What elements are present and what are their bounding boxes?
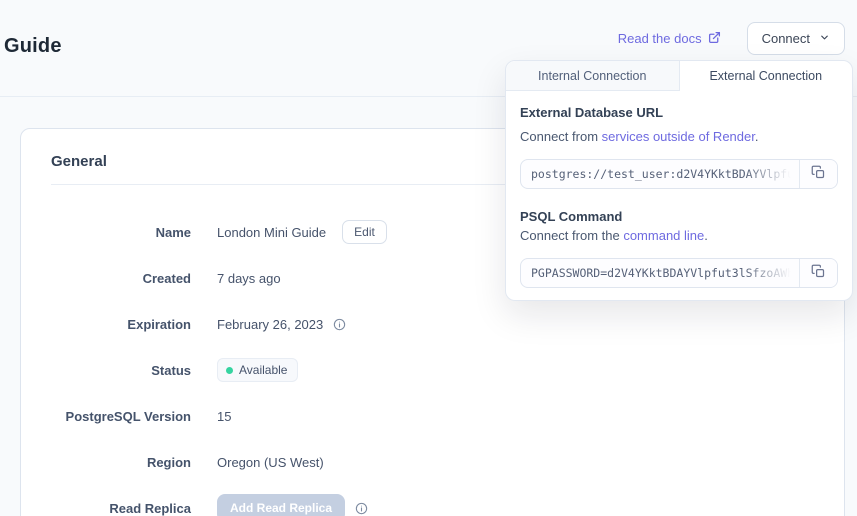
created-value: 7 days ago xyxy=(217,271,281,286)
psql-command-value[interactable]: PGPASSWORD=d2V4YKktBDAYVlpfut3lSfzoAWhwb… xyxy=(521,259,799,287)
row-postgresql-version: PostgreSQL Version 15 xyxy=(21,393,844,439)
tab-external-connection[interactable]: External Connection xyxy=(680,61,853,91)
external-link-icon xyxy=(708,31,721,47)
edit-name-button[interactable]: Edit xyxy=(342,220,387,244)
row-expiration-label: Expiration xyxy=(21,317,191,332)
services-outside-render-link[interactable]: services outside of Render xyxy=(602,129,755,144)
external-database-url-value[interactable]: postgres://test_user:d2V4YKktBDAYVlpfut3… xyxy=(521,160,799,188)
status-dot-icon xyxy=(226,367,233,374)
tab-internal-connection[interactable]: Internal Connection xyxy=(506,61,680,91)
header-actions: Read the docs Connect xyxy=(618,22,845,55)
connection-tabs: Internal Connection External Connection xyxy=(506,61,852,91)
copy-icon xyxy=(811,264,826,282)
row-status-label: Status xyxy=(21,363,191,378)
status-badge: Available xyxy=(217,358,298,382)
page-title: Guide xyxy=(4,35,62,58)
database-name-value: London Mini Guide xyxy=(217,225,326,240)
row-read-replica-label: Read Replica xyxy=(21,501,191,516)
row-read-replica: Read Replica Add Read Replica xyxy=(21,485,844,516)
connect-dropdown-panel: Internal Connection External Connection … xyxy=(505,60,853,301)
connect-button-label: Connect xyxy=(762,31,810,46)
psql-command-desc: Connect from the command line. xyxy=(520,228,838,243)
region-value: Oregon (US West) xyxy=(217,455,324,470)
desc-text: . xyxy=(704,228,708,243)
row-created-label: Created xyxy=(21,271,191,286)
external-database-url-heading: External Database URL xyxy=(520,105,838,120)
row-name-label: Name xyxy=(21,225,191,240)
external-database-url-field: postgres://test_user:d2V4YKktBDAYVlpfut3… xyxy=(520,159,838,189)
read-the-docs-label: Read the docs xyxy=(618,31,702,46)
row-region: Region Oregon (US West) xyxy=(21,439,844,485)
desc-text: . xyxy=(755,129,759,144)
expiration-info-icon[interactable] xyxy=(333,318,346,331)
desc-text: Connect from xyxy=(520,129,602,144)
row-region-label: Region xyxy=(21,455,191,470)
row-postgresql-version-label: PostgreSQL Version xyxy=(21,409,191,424)
command-line-link[interactable]: command line xyxy=(623,228,704,243)
connect-button[interactable]: Connect xyxy=(747,22,845,55)
copy-external-url-button[interactable] xyxy=(799,160,837,188)
desc-text: Connect from the xyxy=(520,228,623,243)
external-database-url-desc: Connect from services outside of Render. xyxy=(520,129,838,144)
postgresql-version-value: 15 xyxy=(217,409,231,424)
status-badge-label: Available xyxy=(239,363,287,377)
row-expiration: Expiration February 26, 2023 xyxy=(21,301,844,347)
external-connection-content: External Database URL Connect from servi… xyxy=(506,91,852,300)
read-replica-info-icon[interactable] xyxy=(355,502,368,515)
chevron-down-icon xyxy=(819,31,830,46)
expiration-value: February 26, 2023 xyxy=(217,317,323,332)
copy-psql-command-button[interactable] xyxy=(799,259,837,287)
read-the-docs-link[interactable]: Read the docs xyxy=(618,31,721,47)
add-read-replica-button[interactable]: Add Read Replica xyxy=(217,494,345,516)
psql-command-heading: PSQL Command xyxy=(520,209,838,224)
row-status: Status Available xyxy=(21,347,844,393)
copy-icon xyxy=(811,165,826,183)
psql-command-field: PGPASSWORD=d2V4YKktBDAYVlpfut3lSfzoAWhwb… xyxy=(520,258,838,288)
